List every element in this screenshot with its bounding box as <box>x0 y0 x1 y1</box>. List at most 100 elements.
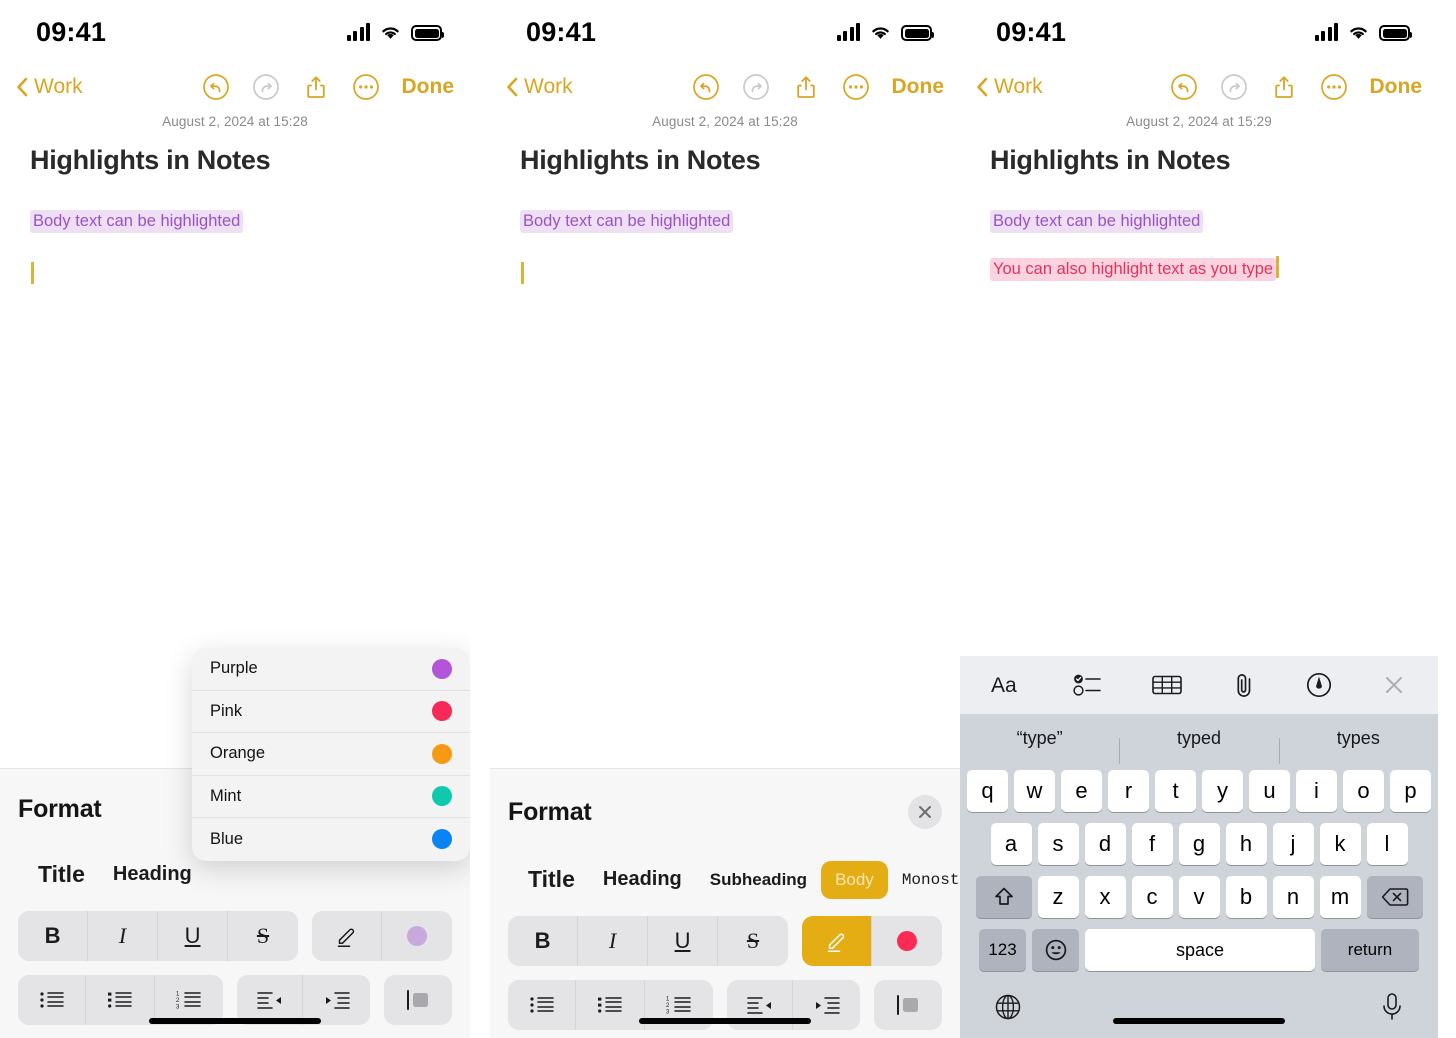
current-highlight-swatch <box>897 931 918 951</box>
ellipsis-circle-icon[interactable] <box>842 73 870 101</box>
attachment-button[interactable] <box>1231 671 1257 699</box>
highlighter-toggle-button[interactable] <box>802 916 873 966</box>
bulleted-list-button[interactable] <box>86 975 155 1025</box>
key-v[interactable]: v <box>1178 876 1220 918</box>
key-b[interactable]: b <box>1225 876 1267 918</box>
key-w[interactable]: w <box>1014 770 1055 812</box>
on-screen-keyboard: q w e r t y u i o p a s d f g h j k l z … <box>960 762 1438 1038</box>
italic-button[interactable]: I <box>88 911 159 961</box>
underline-button[interactable]: U <box>648 916 719 966</box>
color-option-mint[interactable]: Mint <box>192 776 470 818</box>
close-format-sheet-button[interactable] <box>908 795 942 829</box>
undo-circle-icon[interactable] <box>1170 73 1198 101</box>
text-format-aa-button[interactable]: Aa <box>991 672 1025 698</box>
checklist-button[interactable] <box>1073 672 1103 698</box>
key-h[interactable]: h <box>1225 823 1267 865</box>
backspace-key[interactable] <box>1366 876 1423 918</box>
suggestion-1[interactable]: typed <box>1119 728 1278 764</box>
highlight-color-button[interactable] <box>382 911 452 961</box>
highlighter-toggle-button[interactable] <box>312 911 383 961</box>
note-body-line-1[interactable]: Body text can be highlighted <box>990 210 1438 233</box>
close-x-icon <box>919 806 931 818</box>
strikethrough-button[interactable]: S <box>718 916 788 966</box>
shift-key[interactable] <box>975 876 1032 918</box>
markup-button[interactable] <box>1305 671 1333 699</box>
space-key[interactable]: space <box>1085 929 1315 971</box>
style-body-button[interactable]: Body <box>821 860 888 899</box>
key-a[interactable]: a <box>990 823 1032 865</box>
dashed-list-button[interactable] <box>508 980 577 1030</box>
note-body-line-2[interactable]: You can also highlight text as you type <box>990 256 1438 282</box>
key-r[interactable]: r <box>1108 770 1149 812</box>
block-quote-button[interactable] <box>873 980 942 1030</box>
note-body-line-1[interactable]: Body text can be highlighted <box>520 210 960 233</box>
wifi-icon <box>872 27 889 39</box>
share-up-icon[interactable] <box>302 73 330 101</box>
color-option-orange[interactable]: Orange <box>192 733 470 776</box>
key-u[interactable]: u <box>1249 770 1290 812</box>
style-title-button[interactable]: Title <box>514 857 589 902</box>
block-quote-button[interactable] <box>383 975 452 1025</box>
key-c[interactable]: c <box>1131 876 1173 918</box>
undo-circle-icon[interactable] <box>692 73 720 101</box>
key-l[interactable]: l <box>1366 823 1408 865</box>
key-y[interactable]: y <box>1202 770 1243 812</box>
underline-button[interactable]: U <box>158 911 229 961</box>
done-button[interactable]: Done <box>402 75 455 99</box>
key-j[interactable]: j <box>1272 823 1314 865</box>
back-to-work-button[interactable]: Work <box>16 75 83 99</box>
share-up-icon[interactable] <box>1270 73 1298 101</box>
text-format-aa-icon: Aa <box>991 674 1017 697</box>
strikethrough-button[interactable]: S <box>228 911 298 961</box>
key-x[interactable]: x <box>1084 876 1126 918</box>
undo-circle-icon[interactable] <box>202 73 230 101</box>
style-heading-button[interactable]: Heading <box>589 859 696 900</box>
suggestion-2[interactable]: types <box>1278 728 1438 764</box>
key-o[interactable]: o <box>1343 770 1384 812</box>
return-key[interactable]: return <box>1321 929 1419 971</box>
key-g[interactable]: g <box>1178 823 1220 865</box>
key-p[interactable]: p <box>1390 770 1431 812</box>
dictation-key[interactable] <box>1379 991 1405 1028</box>
back-to-work-button[interactable]: Work <box>506 75 573 99</box>
bold-button[interactable]: B <box>508 916 579 966</box>
ellipsis-circle-icon[interactable] <box>352 73 380 101</box>
key-s[interactable]: s <box>1037 823 1079 865</box>
key-d[interactable]: d <box>1084 823 1126 865</box>
key-k[interactable]: k <box>1319 823 1361 865</box>
dashed-list-button[interactable] <box>18 975 87 1025</box>
key-m[interactable]: m <box>1319 876 1361 918</box>
style-title-button[interactable]: Title <box>24 852 99 897</box>
key-i[interactable]: i <box>1296 770 1337 812</box>
italic-button[interactable]: I <box>578 916 649 966</box>
back-to-work-button[interactable]: Work <box>976 75 1043 99</box>
done-button[interactable]: Done <box>1370 75 1423 99</box>
color-option-pink[interactable]: Pink <box>192 691 470 733</box>
color-option-blue[interactable]: Blue <box>192 818 470 861</box>
color-option-purple[interactable]: Purple <box>192 648 470 691</box>
key-f[interactable]: f <box>1131 823 1173 865</box>
key-q[interactable]: q <box>967 770 1008 812</box>
done-button[interactable]: Done <box>892 75 945 99</box>
numeric-key[interactable]: 123 <box>979 929 1026 971</box>
bulleted-list-button[interactable] <box>576 980 645 1030</box>
home-indicator <box>1113 1018 1285 1024</box>
style-heading-button[interactable]: Heading <box>99 854 206 895</box>
bold-button[interactable]: B <box>18 911 89 961</box>
key-t[interactable]: t <box>1155 770 1196 812</box>
checklist-icon <box>1073 674 1101 696</box>
globe-key[interactable] <box>993 992 1023 1027</box>
share-up-icon[interactable] <box>792 73 820 101</box>
key-n[interactable]: n <box>1272 876 1314 918</box>
note-body-line-1[interactable]: Body text can be highlighted <box>30 210 470 233</box>
style-subheading-button[interactable]: Subheading <box>696 861 821 899</box>
key-z[interactable]: z <box>1037 876 1079 918</box>
highlight-color-button[interactable] <box>872 916 942 966</box>
ellipsis-circle-icon[interactable] <box>1320 73 1348 101</box>
emoji-key[interactable] <box>1032 929 1079 971</box>
hide-keyboard-button[interactable] <box>1381 672 1407 698</box>
table-button[interactable] <box>1151 672 1183 698</box>
key-e[interactable]: e <box>1061 770 1102 812</box>
suggestion-0[interactable]: “type” <box>960 728 1119 749</box>
style-monostyled-button[interactable]: Monostyled <box>888 862 960 898</box>
